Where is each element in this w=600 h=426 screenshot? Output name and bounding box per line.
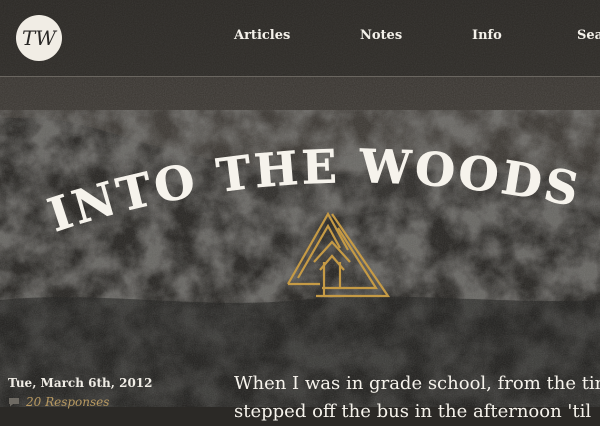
triangle-arrow-emblem	[287, 211, 391, 298]
post-body-line: stepped off the bus in the afternoon 'ti…	[234, 401, 592, 422]
comment-icon	[9, 398, 19, 407]
nav-link-search[interactable]: Sear	[577, 28, 600, 43]
nav-link-info[interactable]: Info	[472, 28, 502, 43]
nav-link-articles[interactable]: Articles	[234, 28, 290, 43]
post-body-line: When I was in grade school, from the tim	[234, 373, 600, 394]
site-logo[interactable]: TW	[16, 15, 62, 61]
post-date: Tue, March 6th, 2012	[8, 376, 153, 390]
logo-monogram: TW	[22, 26, 56, 50]
top-navigation: TW Articles Notes Info Sear	[0, 0, 600, 77]
nav-link-notes[interactable]: Notes	[360, 28, 402, 43]
post-meta: Tue, March 6th, 2012 20 Responses	[8, 376, 153, 409]
post-body: When I was in grade school, from the tim…	[234, 370, 600, 426]
